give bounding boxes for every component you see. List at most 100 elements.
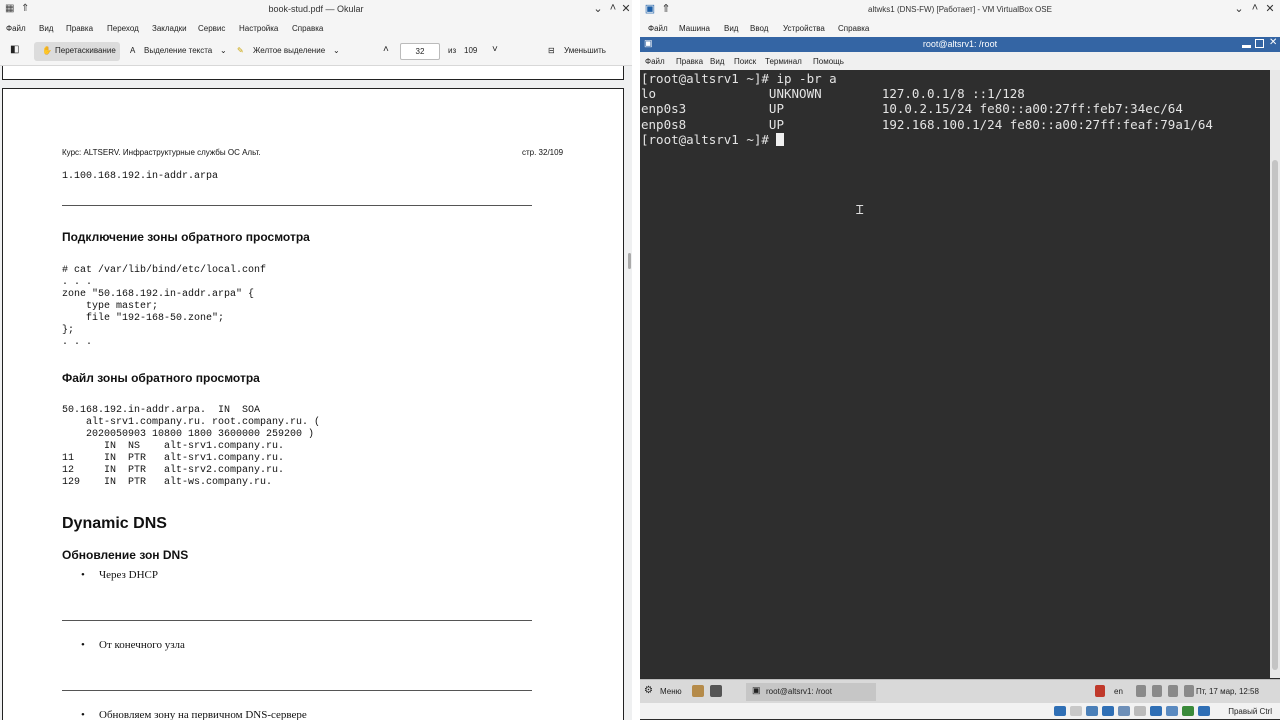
- clock[interactable]: Пт, 17 мар, 12:58: [1196, 687, 1259, 696]
- virtualbox-menubar: Файл Машина Вид Ввод Устройства Справка: [640, 19, 1280, 37]
- bullet-icon: •: [81, 709, 85, 720]
- text-select-icon: A: [130, 46, 136, 55]
- heading-dynamic-dns: Dynamic DNS: [62, 515, 167, 532]
- chevron-down-icon[interactable]: ⌄: [333, 46, 340, 55]
- document-viewport-top: [0, 66, 632, 88]
- next-page-icon[interactable]: ˅: [492, 44, 498, 55]
- terminal-prompt-line[interactable]: [root@altsrv1 ~]#: [641, 132, 785, 147]
- zoom-out-button[interactable]: Уменьшить: [564, 46, 606, 55]
- maximize-icon[interactable]: [1255, 39, 1264, 48]
- file-manager-icon[interactable]: [692, 685, 704, 697]
- audio-icon[interactable]: [1086, 706, 1098, 716]
- menu-edit[interactable]: Правка: [66, 24, 93, 33]
- terminal-line: enp0s3 UP 10.0.2.15/24 fe80::a00:27ff:fe…: [641, 101, 1183, 116]
- guest-screen[interactable]: ▣ root@altsrv1: /root ✕ Файл Правка Вид …: [640, 37, 1280, 720]
- window-title: altwks1 (DNS-FW) [Работает] - VM Virtual…: [868, 5, 1052, 14]
- menu-machine[interactable]: Машина: [679, 24, 710, 33]
- host-key-label: Правый Ctrl: [1228, 707, 1272, 716]
- terminal-launcher-icon[interactable]: [710, 685, 722, 697]
- scrollbar-handle[interactable]: [1272, 160, 1278, 670]
- terminal-menubar: Файл Правка Вид Поиск Терминал Помощь: [640, 52, 1280, 70]
- maximize-icon[interactable]: ˄: [606, 2, 620, 14]
- minimize-icon[interactable]: [1242, 45, 1251, 48]
- code-line: alt-srv1.company.ru. root.company.ru. (: [62, 417, 321, 428]
- menu-bookmarks[interactable]: Закладки: [152, 24, 187, 33]
- bullet-item: Через DHCP: [99, 569, 158, 581]
- menu-input[interactable]: Ввод: [750, 24, 768, 33]
- menu-tools[interactable]: Сервис: [198, 24, 225, 33]
- okular-titlebar: ▦ ⇑ book-stud.pdf — Okular ⌄ ˄ ✕: [0, 0, 632, 20]
- section-title: Подключение зоны обратного просмотра: [62, 230, 310, 244]
- code-line: 12 IN PTR alt-srv2.company.ru.: [62, 465, 285, 476]
- terminal-output[interactable]: [root@altsrv1 ~]# ip -br a lo UNKNOWN 12…: [640, 70, 1270, 678]
- divider: [62, 205, 532, 206]
- code-line: 11 IN PTR alt-srv1.company.ru.: [62, 453, 285, 464]
- section-title: Файл зоны обратного просмотра: [62, 371, 260, 385]
- okular-menubar: Файл Вид Правка Переход Закладки Сервис …: [0, 20, 632, 38]
- menu-view[interactable]: Вид: [39, 24, 53, 33]
- menu-settings[interactable]: Настройка: [239, 24, 278, 33]
- update-icon[interactable]: [1095, 685, 1105, 697]
- notes-icon[interactable]: [1184, 685, 1194, 697]
- menu-help[interactable]: Помощь: [813, 57, 844, 66]
- page-number-input[interactable]: 32: [400, 43, 440, 60]
- volume-icon[interactable]: [1152, 685, 1162, 697]
- optical-drive-icon[interactable]: [1070, 706, 1082, 716]
- network-adapter-icon[interactable]: [1102, 706, 1114, 716]
- code-line: IN NS alt-srv1.company.ru.: [62, 441, 285, 452]
- chevron-down-icon[interactable]: ⌄: [220, 46, 227, 55]
- terminal-scrollbar[interactable]: [1270, 70, 1280, 678]
- minimize-icon[interactable]: ⌄: [591, 2, 605, 15]
- network-icon[interactable]: [1136, 685, 1146, 697]
- document-scrollbar[interactable]: [626, 88, 632, 720]
- code-line: # cat /var/lib/bind/etc/local.conf: [62, 265, 267, 276]
- close-icon[interactable]: ✕: [619, 2, 632, 15]
- menu-search[interactable]: Поиск: [734, 57, 756, 66]
- divider: [62, 620, 532, 621]
- virtualbox-window: ▣ ⇑ altwks1 (DNS-FW) [Работает] - VM Vir…: [640, 0, 1280, 720]
- text-select-button[interactable]: Выделение текста: [144, 46, 212, 55]
- bullet-item: От конечного узла: [99, 639, 185, 651]
- menu-view[interactable]: Вид: [710, 57, 724, 66]
- previous-page-icon[interactable]: ˄: [383, 44, 389, 55]
- close-icon[interactable]: ✕: [1269, 37, 1277, 48]
- taskbar-task-label: root@altsrv1: /root: [766, 687, 832, 696]
- usb-icon[interactable]: [1118, 706, 1130, 716]
- scrollbar-handle[interactable]: [628, 253, 631, 269]
- menu-edit[interactable]: Правка: [676, 57, 703, 66]
- cpu-icon[interactable]: [1182, 706, 1194, 716]
- start-menu-button[interactable]: Меню: [660, 687, 682, 696]
- mouse-integration-icon[interactable]: [1198, 706, 1210, 716]
- code-line: . . .: [62, 277, 93, 288]
- menu-devices[interactable]: Устройства: [783, 24, 825, 33]
- code-line: };: [62, 325, 75, 336]
- menu-help[interactable]: Справка: [292, 24, 323, 33]
- highlight-button[interactable]: Желтое выделение: [253, 46, 325, 55]
- hard-disk-icon[interactable]: [1054, 706, 1066, 716]
- menu-terminal[interactable]: Терминал: [765, 57, 802, 66]
- minimize-icon[interactable]: ⌄: [1232, 2, 1246, 15]
- window-title: book-stud.pdf — Okular: [268, 4, 364, 14]
- clipboard-icon[interactable]: [1168, 685, 1178, 697]
- sidebar-toggle-icon[interactable]: ◧: [10, 44, 19, 55]
- terminal-line: [root@altsrv1 ~]# ip -br a: [641, 71, 837, 86]
- guest-taskbar: ⚙ Меню ▣ root@altsrv1: /root en Пт, 17 м…: [640, 679, 1280, 704]
- page-total: 109: [464, 46, 478, 55]
- zoom-out-icon[interactable]: ⊟: [548, 46, 555, 55]
- start-menu-icon[interactable]: ⚙: [644, 685, 653, 696]
- menu-file[interactable]: Файл: [6, 24, 26, 33]
- menu-help[interactable]: Справка: [838, 24, 869, 33]
- terminal-line: enp0s8 UP 192.168.100.1/24 fe80::a00:27f…: [641, 117, 1213, 132]
- keyboard-layout[interactable]: en: [1114, 687, 1123, 696]
- close-icon[interactable]: ✕: [1263, 2, 1277, 15]
- mouse-ibeam-icon: Ꮖ: [856, 203, 864, 217]
- menu-file[interactable]: Файл: [648, 24, 668, 33]
- text-cursor: [776, 133, 785, 146]
- display-icon[interactable]: [1150, 706, 1162, 716]
- menu-file[interactable]: Файл: [645, 57, 665, 66]
- maximize-icon[interactable]: ˄: [1248, 2, 1262, 14]
- menu-view[interactable]: Вид: [724, 24, 738, 33]
- recording-icon[interactable]: [1166, 706, 1178, 716]
- shared-folders-icon[interactable]: [1134, 706, 1146, 716]
- menu-go[interactable]: Переход: [107, 24, 139, 33]
